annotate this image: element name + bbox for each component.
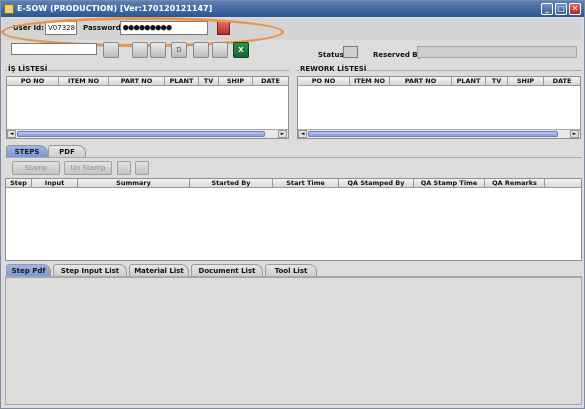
scroll-left-icon[interactable]: ◄ [298,130,307,138]
column-header[interactable]: PART NO [390,77,452,86]
toolbar-button-5[interactable] [193,42,209,58]
column-header[interactable]: PLANT [452,77,486,86]
scroll-right-icon[interactable]: ► [278,130,287,138]
login-bar: User Id: V07328 Password: ●●●●●●●●● [3,18,582,40]
login-button[interactable] [217,21,230,35]
scroll-thumb[interactable] [17,131,265,137]
is-listesi-scrollbar[interactable]: ◄ ► [7,129,288,138]
column-header[interactable]: QA Remarks [485,179,545,188]
tab-tool-list[interactable]: Tool List [265,264,317,276]
is-listesi-title: İŞ LİSTESİ [7,65,49,73]
column-header[interactable]: Started By [190,179,273,188]
column-header[interactable]: PART NO [109,77,165,86]
is-listesi-table[interactable]: PO NO ITEM NO PART NO PLANT TV SHIP DATE… [6,76,289,139]
column-header[interactable]: PO NO [7,77,59,86]
title-bar: E-SOW (PRODUCTION) [Ver:170120121147] _ … [1,1,584,17]
search-input[interactable] [11,43,97,55]
rework-listesi-scrollbar[interactable]: ◄ ► [298,129,580,138]
rework-listesi-table[interactable]: PO NO ITEM NO PART NO PLANT TV SHIP DATE… [297,76,581,139]
steps-table[interactable]: Step Input Summary Started By Start Time… [5,178,582,261]
toolbar-button-6[interactable] [212,42,228,58]
rework-listesi-header: PO NO ITEM NO PART NO PLANT TV SHIP DATE [298,77,580,86]
steps-header: Step Input Summary Started By Start Time… [6,179,581,188]
reserved-by-field [417,46,577,58]
user-id-field[interactable]: V07328 [45,21,77,35]
excel-export-icon[interactable]: X [233,42,249,58]
scroll-right-icon[interactable]: ► [570,130,579,138]
column-header[interactable]: Start Time [273,179,339,188]
column-header[interactable]: Input [32,179,78,188]
column-header[interactable]: PLANT [165,77,199,86]
rework-listesi-title: REWORK LİSTESİ [299,65,368,73]
status-indicator [343,46,358,58]
main-tabs-divider [5,157,582,158]
main-window: E-SOW (PRODUCTION) [Ver:170120121147] _ … [0,0,585,409]
d-button[interactable]: D [171,42,187,58]
column-header[interactable]: TV [486,77,508,86]
close-button[interactable]: ✕ [569,3,581,15]
column-header[interactable]: PO NO [298,77,350,86]
tab-steps[interactable]: STEPS [6,145,48,157]
tab-step-input-list[interactable]: Step Input List [53,264,127,276]
column-header[interactable]: TV [199,77,219,86]
password-label: Password: [83,24,124,32]
column-header-blank [545,179,581,188]
toolbar-button-1[interactable] [103,42,119,58]
maximize-button[interactable]: □ [555,3,567,15]
toolbar-button-2[interactable] [132,42,148,58]
tab-material-list[interactable]: Material List [129,264,189,276]
minimize-button[interactable]: _ [541,3,553,15]
steps-icon-button-2[interactable] [135,161,149,175]
stamp-button[interactable]: Stamp [12,161,60,175]
window-title: E-SOW (PRODUCTION) [Ver:170120121147] [17,4,213,13]
column-header[interactable]: SHIP [219,77,253,86]
user-id-label: User Id: [13,24,44,32]
column-header[interactable]: ITEM NO [59,77,109,86]
column-header[interactable]: Step [6,179,32,188]
scroll-thumb[interactable] [308,131,558,137]
steps-icon-button-1[interactable] [117,161,131,175]
column-header[interactable]: QA Stamped By [339,179,414,188]
step-pdf-panel [5,277,582,405]
column-header[interactable]: ITEM NO [350,77,390,86]
column-header[interactable]: SHIP [508,77,544,86]
tab-pdf[interactable]: PDF [48,145,86,157]
tab-document-list[interactable]: Document List [191,264,263,276]
toolbar-button-3[interactable] [150,42,166,58]
column-header[interactable]: Summary [78,179,190,188]
is-listesi-header: PO NO ITEM NO PART NO PLANT TV SHIP DATE [7,77,288,86]
column-header[interactable]: DATE [544,77,580,86]
unstamp-button[interactable]: Un Stamp [64,161,112,175]
column-header[interactable]: DATE [253,77,288,86]
tab-step-pdf[interactable]: Step Pdf [6,264,51,276]
app-icon [4,4,14,14]
password-field[interactable]: ●●●●●●●●● [120,21,208,35]
scroll-left-icon[interactable]: ◄ [7,130,16,138]
column-header[interactable]: QA Stamp Time [414,179,485,188]
